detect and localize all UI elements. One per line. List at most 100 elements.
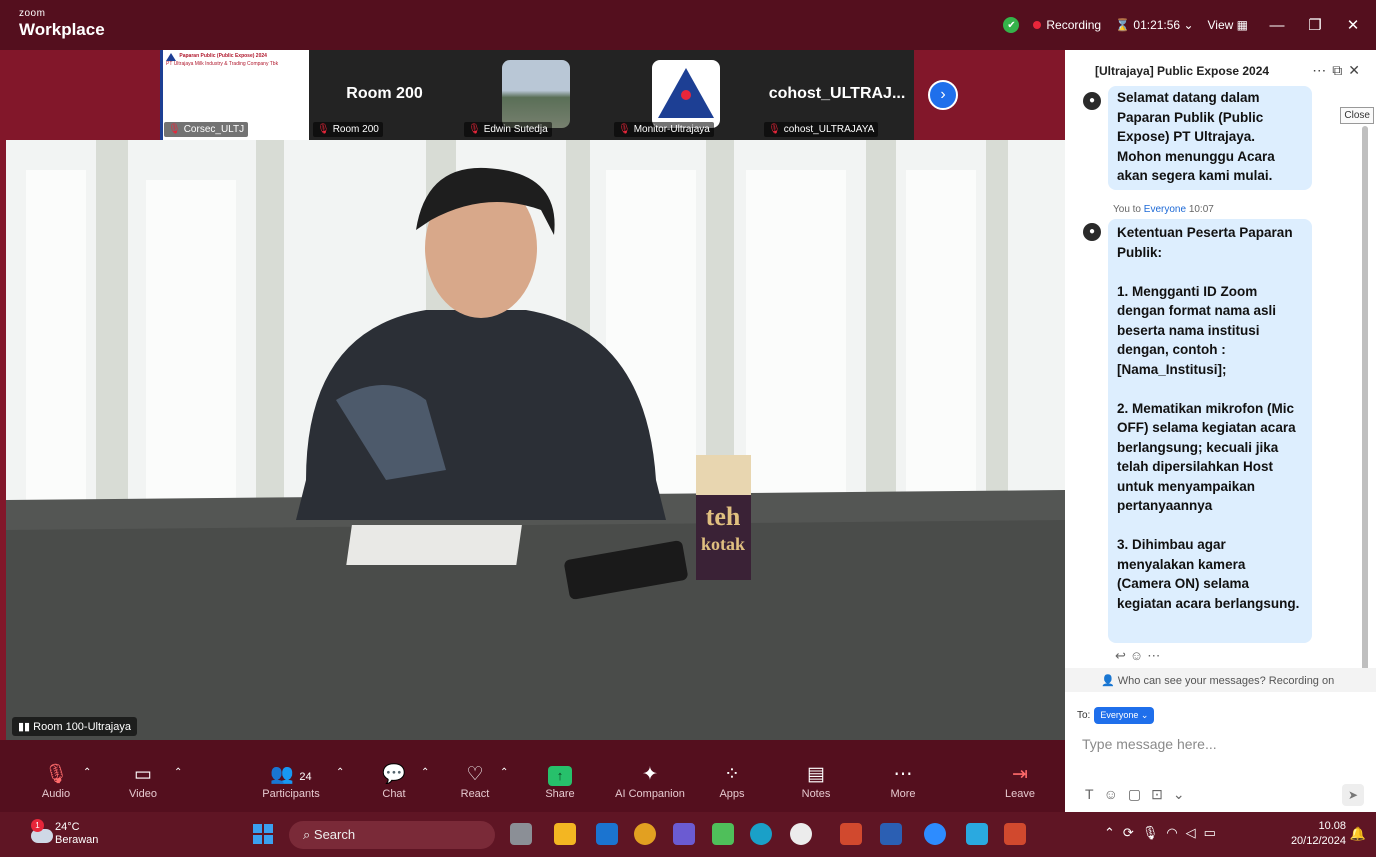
share-screen-icon: ↑ (548, 766, 572, 786)
battery-icon[interactable]: ▭ (1204, 825, 1224, 840)
copilot-icon[interactable] (673, 823, 695, 845)
participant-strip: Paparan Public (Public Expose) 2024 PT U… (160, 50, 914, 140)
system-tray: ⌃⟳🎙◠◁▭ (1104, 825, 1224, 841)
pop-out-icon[interactable]: ⧉ (1332, 62, 1348, 78)
mic-muted-icon: 🎙 (618, 124, 631, 135)
sync-icon[interactable]: ⟳ (1123, 825, 1142, 840)
recipient-dropdown[interactable]: Everyone ⌄ (1094, 707, 1155, 724)
app-icon[interactable] (712, 823, 734, 845)
chat-panel: [Ultrajaya] Public Expose 2024 ⋯⧉✕ Close… (1065, 50, 1376, 812)
more-button[interactable]: ⋯ More (858, 762, 948, 800)
edge-icon[interactable] (750, 823, 772, 845)
notepad-icon[interactable] (966, 823, 988, 845)
search-icon: ⌕ (303, 827, 311, 842)
more-options-icon[interactable]: ⋯ (1312, 62, 1332, 78)
more-icon[interactable]: ⋯ (1147, 648, 1164, 663)
taskbar-clock[interactable]: 10.08 20/12/2024 (1291, 819, 1346, 849)
triangle-logo-icon (166, 53, 176, 61)
participant-tile[interactable]: Room 200 🎙 Room 200 (309, 50, 460, 140)
outlook-icon[interactable] (596, 823, 618, 845)
recipient-row: To: Everyone ⌄ (1077, 707, 1155, 724)
react-caret-icon[interactable]: ⌃ (500, 767, 508, 778)
more-dots-icon: ⋯ (893, 764, 913, 785)
chevron-down-icon: ⌄ (1183, 18, 1194, 32)
chevron-up-icon[interactable]: ⌃ (1104, 825, 1123, 840)
chat-caret-icon[interactable]: ⌃ (421, 767, 429, 778)
message-input[interactable]: Type message here... (1082, 736, 1217, 752)
close-tooltip: Close (1340, 107, 1374, 124)
meeting-timer[interactable]: ⌛ 01:21:56 ⌄ (1115, 18, 1193, 32)
wifi-icon[interactable]: ◠ (1166, 825, 1185, 840)
send-button[interactable]: ➤ (1342, 784, 1364, 806)
message-actions: ↩☺⋯ (1115, 648, 1164, 664)
emoji-react-icon[interactable]: ☺ (1130, 648, 1147, 663)
file-explorer-icon[interactable] (554, 823, 576, 845)
avatar: ● (1083, 223, 1101, 241)
word-icon[interactable] (880, 823, 902, 845)
apps-icon: ⁘ (724, 764, 740, 785)
weather-widget[interactable]: 1 24°C Berawan (31, 819, 98, 847)
screenshot-icon[interactable]: ⊡ (1151, 786, 1173, 802)
brand-big: Workplace (19, 20, 105, 39)
view-button[interactable]: View ▦ (1208, 18, 1248, 32)
ai-companion-button[interactable]: ✦ AI Companion (605, 762, 695, 800)
notes-button[interactable]: ▤ Notes (771, 762, 861, 800)
app-icon[interactable] (790, 823, 812, 845)
participant-tile[interactable]: 🎙 Monitor-Ultrajaya (610, 50, 760, 140)
share-button[interactable]: ↑ Share (515, 762, 605, 800)
participant-name-large: Room 200 (346, 85, 423, 102)
powerpoint-icon[interactable] (840, 823, 862, 845)
chat-message: Ketentuan Peserta Paparan Publik: 1. Men… (1108, 219, 1312, 643)
zoom-app-icon[interactable] (924, 823, 946, 845)
powerpoint-slideshow-icon[interactable] (1004, 823, 1026, 845)
slide-thumbnail: Paparan Public (Public Expose) 2024 PT U… (166, 53, 279, 67)
notification-bell-icon[interactable]: 🔔 (1350, 826, 1366, 842)
close-icon[interactable]: ✕ (1348, 62, 1366, 78)
video-caret-icon[interactable]: ⌃ (174, 767, 182, 778)
file-icon[interactable]: ▢ (1128, 786, 1151, 802)
compose-toolbar: T☺▢⊡⌄ (1085, 786, 1195, 803)
encryption-shield-icon[interactable]: ✔ (1003, 17, 1020, 33)
participant-tile[interactable]: Paparan Public (Public Expose) 2024 PT U… (160, 50, 309, 140)
reply-icon[interactable]: ↩ (1115, 648, 1130, 663)
format-icon[interactable]: T (1085, 786, 1104, 802)
participants-button[interactable]: 👥 24 Participants ⌃ (246, 762, 344, 800)
mic-muted-icon: 🎙 (468, 124, 481, 135)
recording-indicator[interactable]: Recording (1033, 18, 1101, 32)
next-page-arrow-icon[interactable]: › (928, 80, 958, 110)
chat-scrollbar[interactable] (1362, 126, 1368, 671)
restore-button[interactable]: ❐ (1300, 16, 1330, 34)
video-button[interactable]: ▭ Video ⌃ (98, 762, 188, 800)
task-view-icon[interactable] (510, 823, 532, 845)
participant-tile[interactable]: 🎙 Edwin Sutedja (460, 50, 610, 140)
audio-button[interactable]: 🎙 Audio ⌃ (11, 762, 101, 800)
apps-button[interactable]: ⁘ Apps (687, 762, 777, 800)
carton-text: teh (706, 502, 741, 531)
participant-tile[interactable]: cohost_ULTRAJ... 🎙 cohost_ULTRAJAYA (760, 50, 914, 140)
close-window-button[interactable]: ✕ (1338, 16, 1368, 34)
taskbar-search[interactable]: ⌕ Search (289, 821, 495, 849)
chat-button[interactable]: 💬 Chat ⌃ (349, 762, 439, 800)
hourglass-icon: ⌛ (1115, 18, 1131, 32)
message-meta: You to Everyone 10:07 (1113, 204, 1214, 215)
react-button[interactable]: ♡ React ⌃ (430, 762, 520, 800)
recording-dot-icon (1033, 21, 1042, 29)
windows-start-icon[interactable] (253, 824, 273, 844)
audio-caret-icon[interactable]: ⌃ (83, 767, 91, 778)
chat-title: [Ultrajaya] Public Expose 2024 (1095, 64, 1270, 78)
volume-icon[interactable]: ◁ (1186, 825, 1204, 840)
chevron-down-icon[interactable]: ⌄ (1173, 786, 1195, 802)
leave-button[interactable]: ⇥ Leave (975, 762, 1065, 800)
signal-bars-icon: ▮▮ (18, 721, 31, 733)
participant-name: 🎙 Edwin Sutedja (464, 122, 552, 137)
mic-muted-icon: 🎙 (168, 124, 181, 135)
meeting-toolbar: 🎙 Audio ⌃ ▭ Video ⌃ 👥 24 Participants ⌃ 💬 Chat ⌃… (0, 740, 1065, 812)
message-visibility-notice[interactable]: 👤 Who can see your messages? Recording o… (1065, 668, 1376, 692)
mic-icon[interactable]: 🎙 (1142, 825, 1167, 840)
participants-caret-icon[interactable]: ⌃ (336, 767, 344, 778)
minimize-button[interactable]: — (1262, 17, 1292, 34)
emoji-icon[interactable]: ☺ (1104, 786, 1128, 802)
zoom-logo: zoom Workplace (19, 9, 105, 39)
chrome-icon[interactable] (634, 823, 656, 845)
grid-icon: ▦ (1236, 18, 1248, 32)
